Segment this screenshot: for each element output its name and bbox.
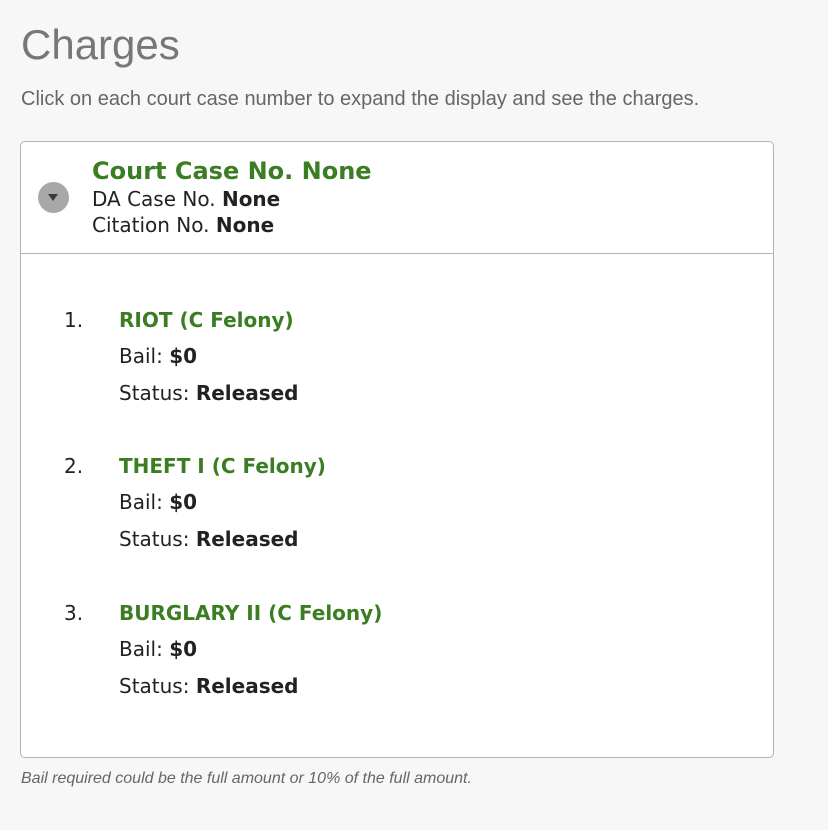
- status-label: Status:: [119, 674, 190, 698]
- chevron-down-icon[interactable]: [38, 182, 69, 213]
- page-title: Charges: [21, 21, 180, 68]
- case-titles: Court Case No. None DA Case No. None Cit…: [92, 156, 372, 238]
- charge-number: 1.: [64, 308, 84, 332]
- bail-label: Bail:: [119, 490, 163, 514]
- charge-name: RIOT (C Felony): [119, 308, 294, 332]
- charge-item: 1. RIOT (C Felony) Bail: $0 Status: Rele…: [21, 306, 773, 426]
- charge-bail: Bail: $0: [119, 488, 197, 516]
- court-case-number[interactable]: Court Case No. None: [92, 156, 372, 186]
- charge-status: Status: Released: [119, 525, 299, 553]
- citation-number: Citation No. None: [92, 212, 372, 238]
- status-label: Status:: [119, 527, 190, 551]
- bail-footnote: Bail required could be the full amount o…: [21, 770, 472, 787]
- status-value: Released: [195, 674, 299, 698]
- court-case-panel: Court Case No. None DA Case No. None Cit…: [20, 141, 774, 758]
- status-value: Released: [195, 381, 299, 405]
- citation-value: None: [215, 213, 275, 237]
- charge-number: 2.: [64, 454, 84, 478]
- bail-label: Bail:: [119, 344, 163, 368]
- charge-status: Status: Released: [119, 379, 299, 407]
- da-case-number: DA Case No. None: [92, 186, 372, 212]
- instructions-text: Click on each court case number to expan…: [21, 88, 700, 110]
- charge-name: BURGLARY II (C Felony): [119, 601, 383, 625]
- court-case-header[interactable]: Court Case No. None DA Case No. None Cit…: [21, 142, 773, 254]
- bail-value: $0: [169, 490, 198, 514]
- bail-label: Bail:: [119, 637, 163, 661]
- court-case-label: Court Case No.: [92, 157, 294, 185]
- court-case-value: None: [301, 157, 372, 185]
- charge-name: THEFT I (C Felony): [119, 454, 326, 478]
- status-label: Status:: [119, 381, 190, 405]
- bail-value: $0: [169, 344, 198, 368]
- charge-item: 2. THEFT I (C Felony) Bail: $0 Status: R…: [21, 452, 773, 572]
- charge-status: Status: Released: [119, 672, 299, 700]
- da-case-value: None: [221, 187, 281, 211]
- citation-label: Citation No.: [92, 213, 210, 237]
- da-case-label: DA Case No.: [92, 187, 216, 211]
- charge-item: 3. BURGLARY II (C Felony) Bail: $0 Statu…: [21, 599, 773, 719]
- charge-bail: Bail: $0: [119, 635, 197, 663]
- charge-number: 3.: [64, 601, 84, 625]
- bail-value: $0: [169, 637, 198, 661]
- status-value: Released: [195, 527, 299, 551]
- charge-bail: Bail: $0: [119, 342, 197, 370]
